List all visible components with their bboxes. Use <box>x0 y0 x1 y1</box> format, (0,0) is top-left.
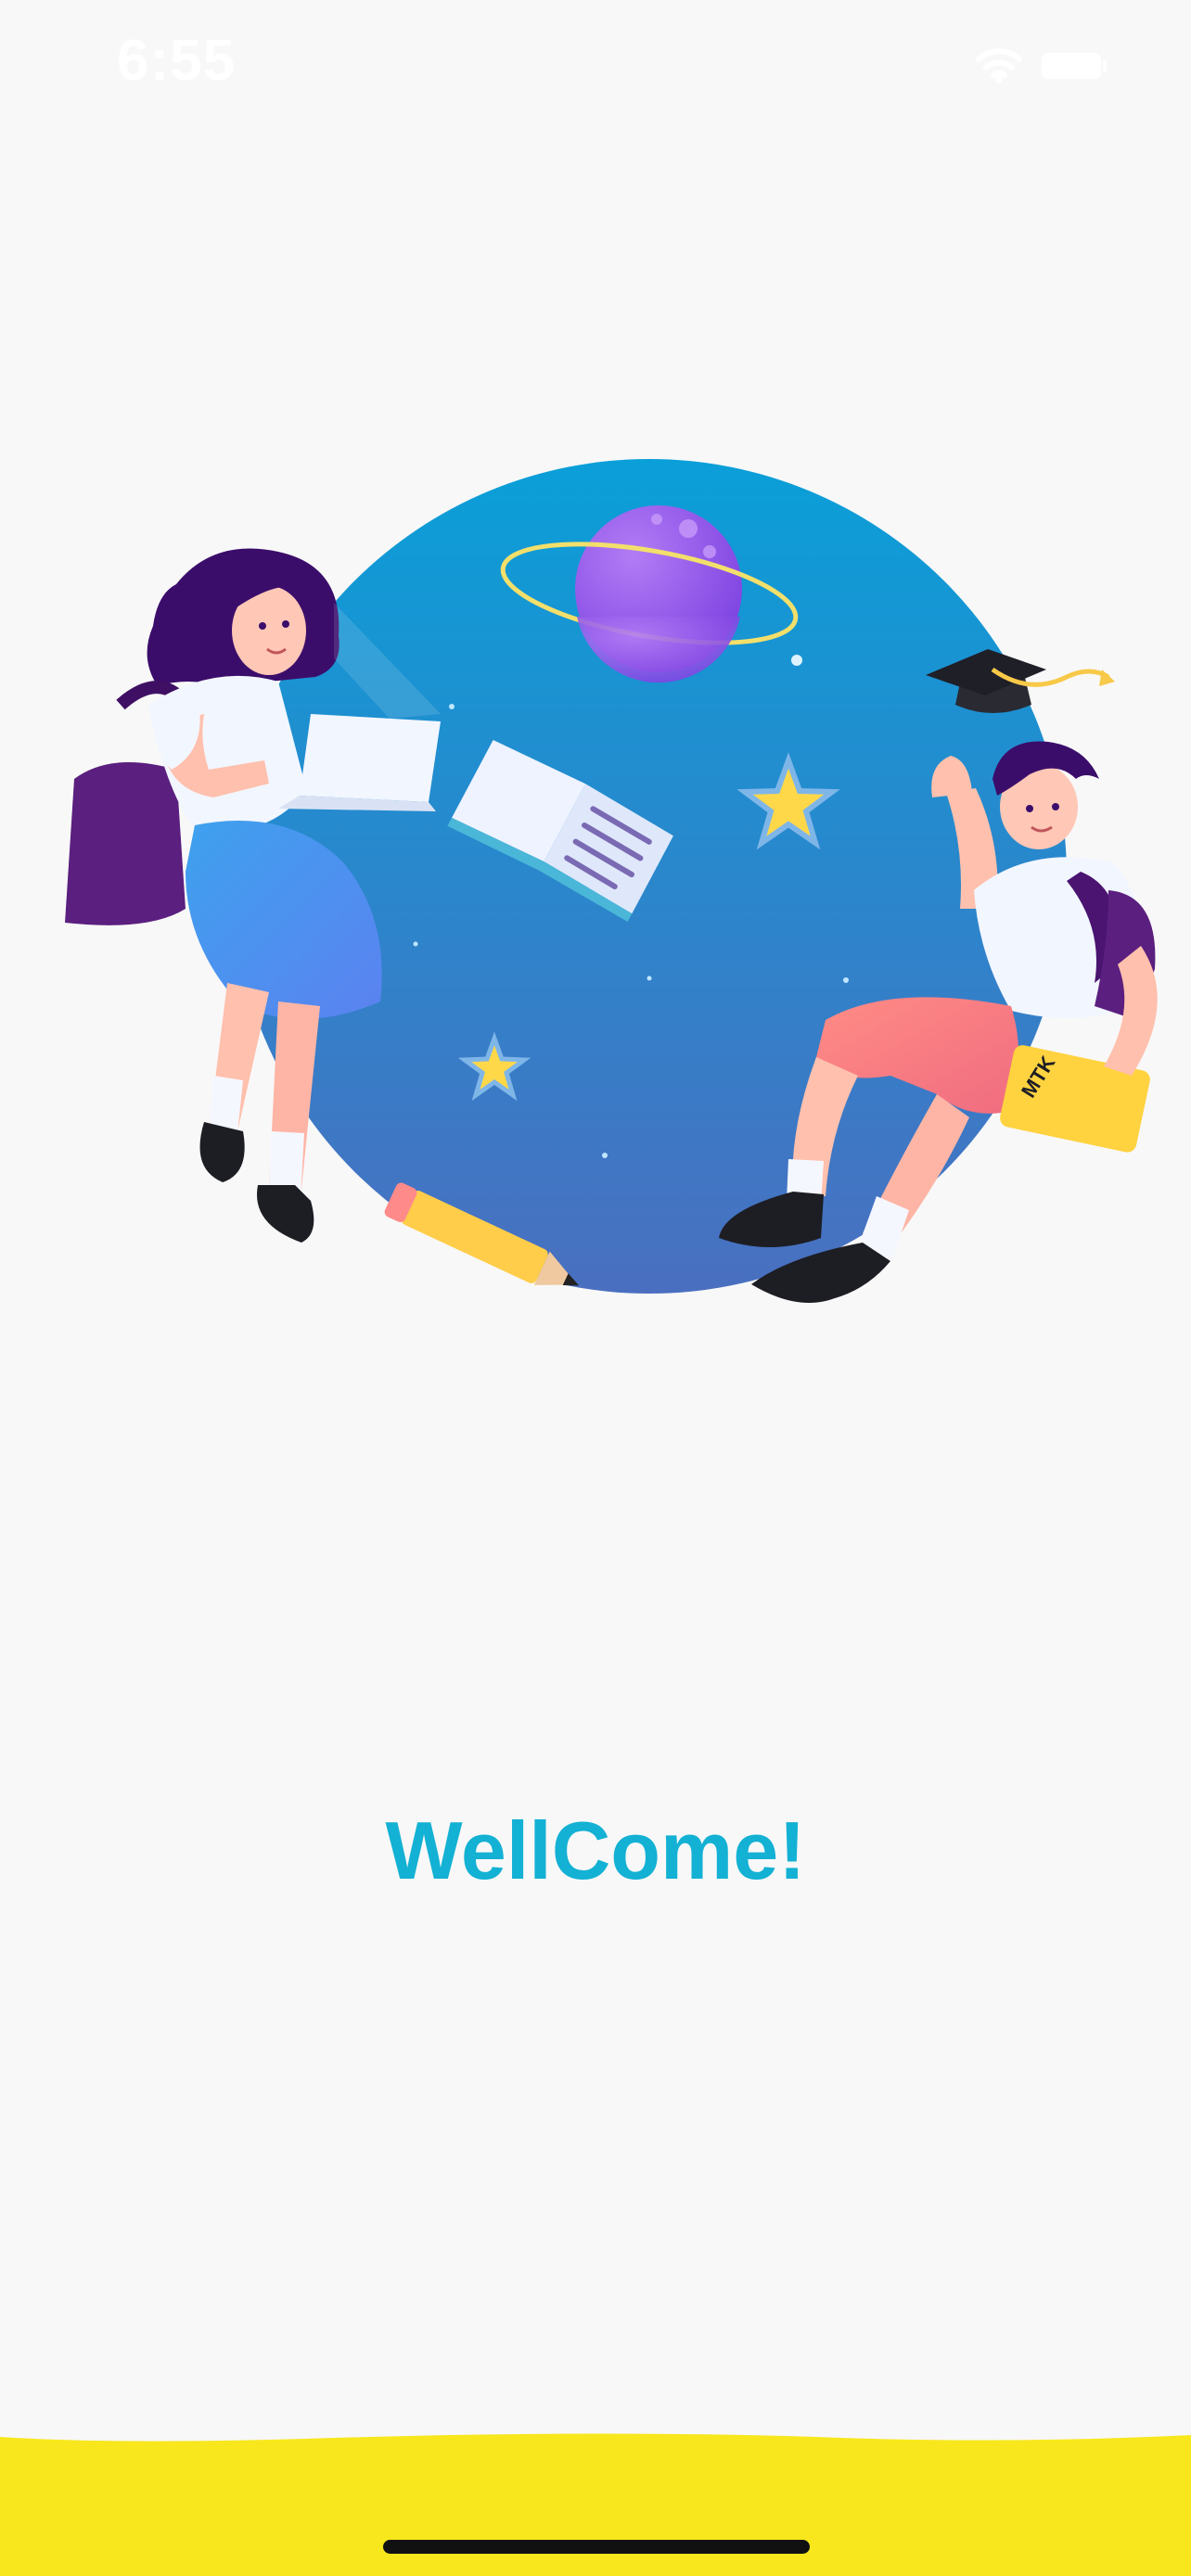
wifi-icon <box>976 48 1022 83</box>
status-time: 6:55 <box>117 29 237 93</box>
home-indicator[interactable] <box>383 2540 810 2554</box>
status-bar: 6:55 <box>0 0 1191 139</box>
hero-illustration: MTK <box>65 459 1158 1303</box>
welcome-title: WellCome! <box>385 1804 806 1896</box>
battery-icon <box>1042 53 1107 79</box>
